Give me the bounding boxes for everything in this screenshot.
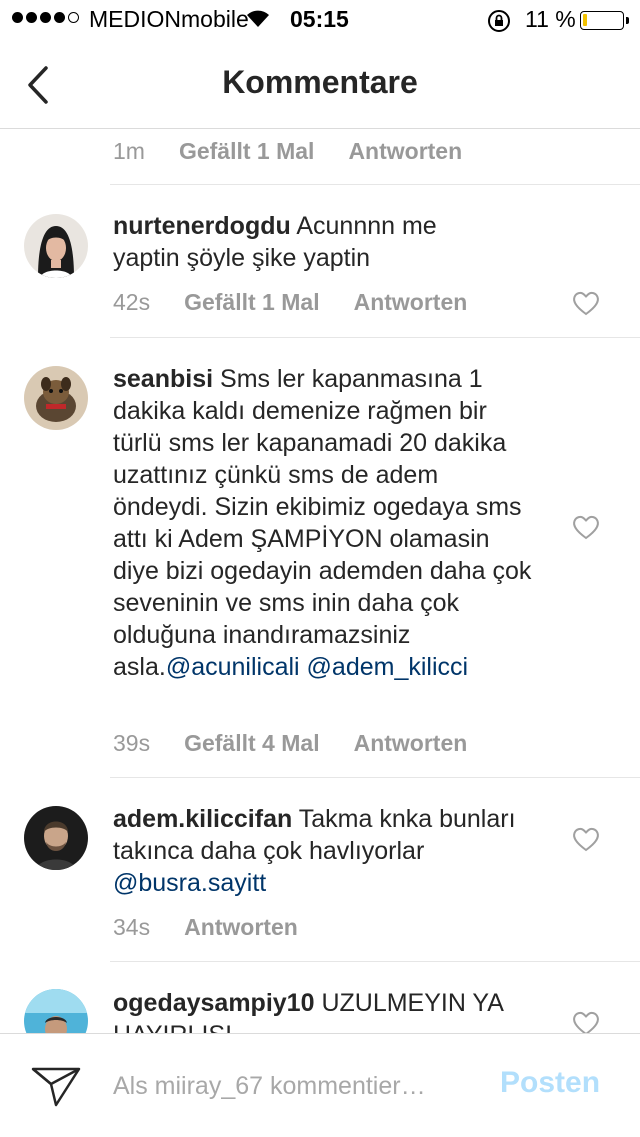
battery-nub bbox=[626, 17, 629, 24]
comment-text: adem.kiliccifan Takma knka bunları takın… bbox=[113, 803, 533, 899]
clock-time: 05:15 bbox=[290, 6, 349, 32]
like-heart-icon[interactable] bbox=[572, 826, 600, 852]
avatar[interactable] bbox=[24, 366, 88, 430]
page-title: Kommentare bbox=[222, 64, 418, 100]
like-heart-icon[interactable] bbox=[572, 290, 600, 316]
reply-link[interactable]: Antworten bbox=[354, 730, 468, 757]
carrier-name: MEDIONmobile bbox=[89, 6, 249, 32]
comment-divider bbox=[110, 961, 640, 962]
likes-count-link[interactable]: Gefällt 1 Mal bbox=[184, 289, 319, 316]
comment-input[interactable] bbox=[113, 1064, 483, 1108]
comment-body: yaptin şöyle şike yaptin bbox=[113, 244, 371, 272]
direct-send-icon[interactable] bbox=[30, 1064, 82, 1108]
comment-divider bbox=[110, 184, 640, 185]
signal-dot bbox=[40, 12, 51, 23]
signal-dot bbox=[54, 12, 65, 23]
comment-meta: 39s Gefällt 4 Mal Antworten bbox=[113, 730, 501, 757]
comment-username[interactable]: adem.kiliccifan bbox=[113, 805, 292, 833]
post-button[interactable]: Posten bbox=[500, 1066, 600, 1100]
comment-time: 39s bbox=[113, 730, 151, 756]
likes-count-link[interactable]: Gefällt 1 Mal bbox=[179, 138, 314, 165]
battery-level-fill bbox=[583, 14, 587, 26]
comment-username[interactable]: seanbisi bbox=[113, 365, 213, 393]
reply-link[interactable]: Antworten bbox=[348, 138, 462, 165]
avatar[interactable] bbox=[24, 989, 88, 1033]
comment-meta: 42s Gefällt 1 Mal Antworten bbox=[113, 289, 501, 316]
comment-username[interactable]: nurtenerdogdu bbox=[113, 212, 291, 240]
status-bar: MEDIONmobile 05:15 11 % bbox=[0, 0, 640, 40]
comment-time: 42s bbox=[113, 289, 151, 315]
comment-text: ogedaysampiy10 UZULMEYIN YA HAYIRLISI bbox=[113, 987, 533, 1033]
comment-meta: 34s Antworten bbox=[113, 914, 332, 941]
comments-feed[interactable]: 1m Gefällt 1 Mal Antworten nurtenerdogdu… bbox=[0, 129, 640, 1033]
comment-divider bbox=[110, 777, 640, 778]
comment-text: seanbisi Sms ler kapanmasına 1 dakika ka… bbox=[113, 363, 533, 683]
reply-link[interactable]: Antworten bbox=[184, 914, 298, 941]
comment-meta: 1m Gefällt 1 Mal Antworten bbox=[113, 138, 496, 165]
comment-body: Acunnnn me bbox=[296, 212, 437, 240]
rotation-lock-icon bbox=[488, 10, 510, 32]
like-heart-icon[interactable] bbox=[572, 1010, 600, 1033]
signal-strength-icon bbox=[12, 12, 79, 23]
wifi-icon bbox=[247, 10, 269, 27]
comment-composer: Posten bbox=[0, 1033, 640, 1137]
signal-dot bbox=[12, 12, 23, 23]
likes-count-link[interactable]: Gefällt 4 Mal bbox=[184, 730, 319, 757]
nav-bar: Kommentare bbox=[0, 40, 640, 129]
signal-dot bbox=[26, 12, 37, 23]
like-heart-icon[interactable] bbox=[572, 514, 600, 540]
mention-link[interactable]: @adem_kilicci bbox=[307, 653, 469, 681]
comment-body: Sms ler kapanmasına 1 dakika kaldı demen… bbox=[113, 365, 532, 681]
avatar[interactable] bbox=[24, 806, 88, 870]
comment-time: 34s bbox=[113, 914, 151, 940]
mention-link[interactable]: @acunilicali bbox=[166, 653, 300, 681]
signal-dot-empty bbox=[68, 12, 79, 23]
reply-link[interactable]: Antworten bbox=[354, 289, 468, 316]
battery-percentage: 11 % bbox=[525, 6, 576, 32]
comment-divider bbox=[110, 337, 640, 338]
avatar[interactable] bbox=[24, 214, 88, 278]
comment-username[interactable]: ogedaysampiy10 bbox=[113, 989, 315, 1017]
comment-text: nurtenerdogdu Acunnnn me yaptin şöyle şi… bbox=[113, 210, 533, 274]
battery-icon bbox=[580, 11, 629, 30]
mention-link[interactable]: @busra.sayitt bbox=[113, 869, 266, 897]
comment-time: 1m bbox=[113, 138, 145, 164]
